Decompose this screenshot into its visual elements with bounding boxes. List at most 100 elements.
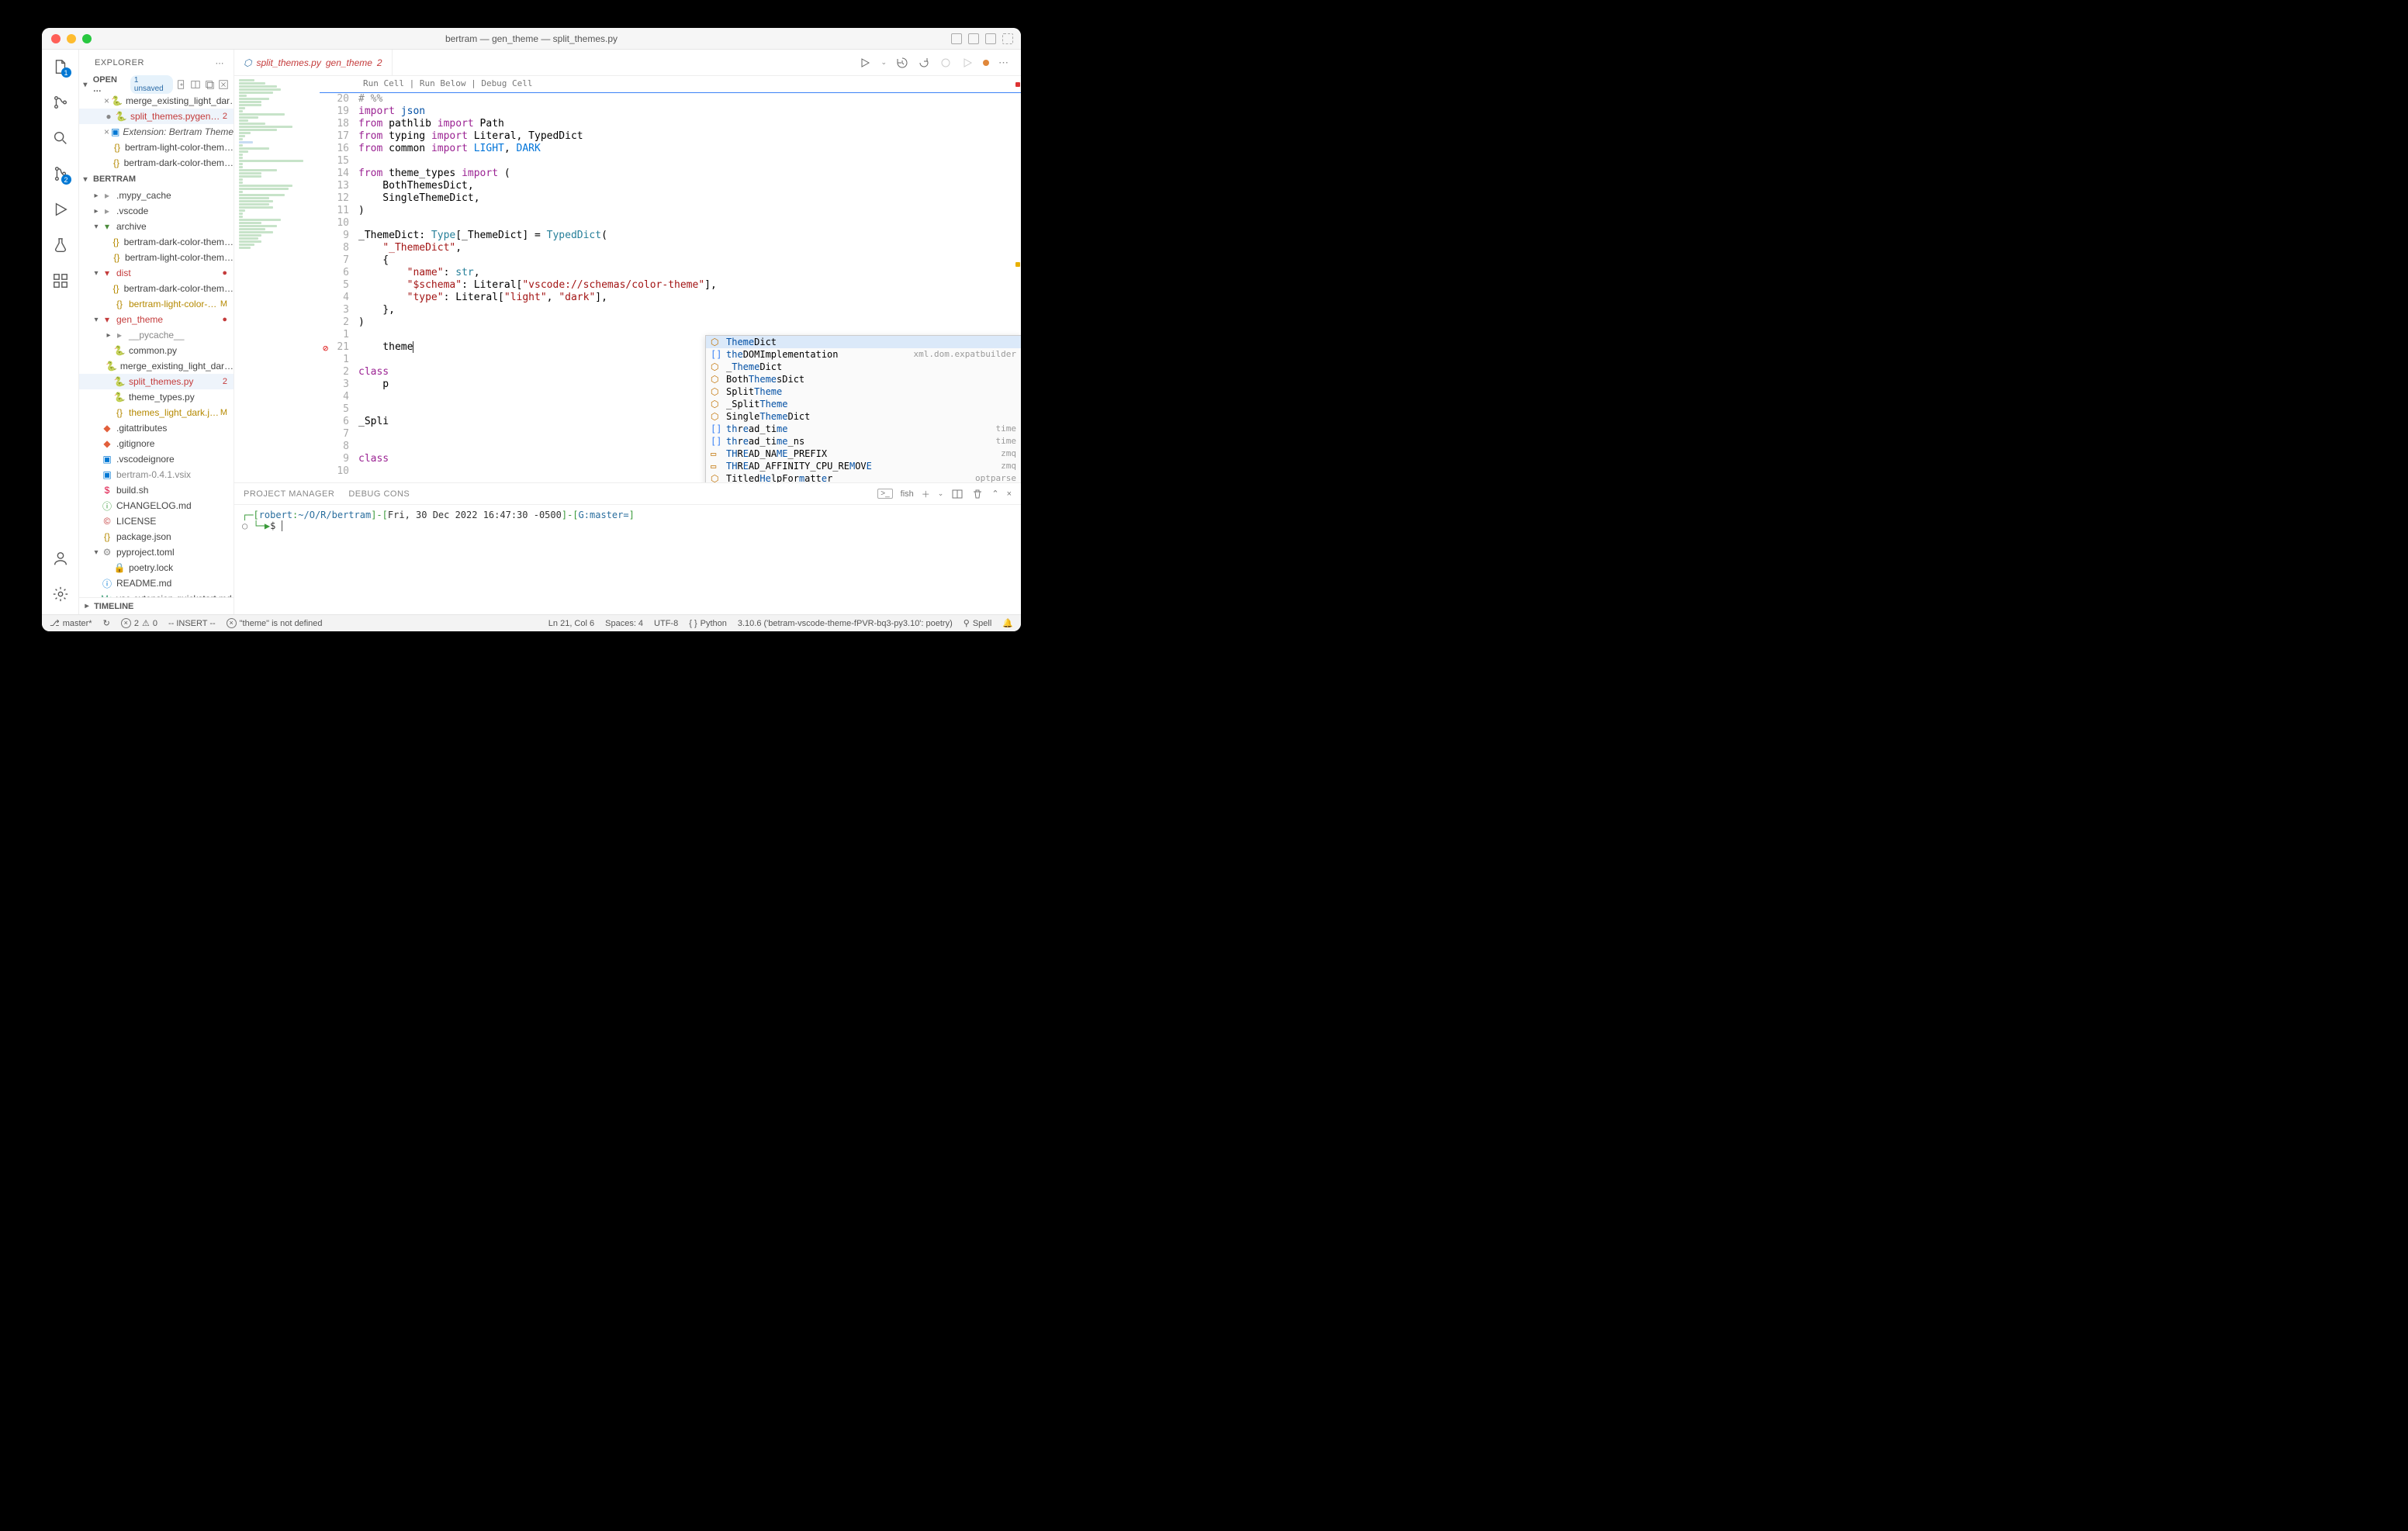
tree-item[interactable]: ⓘREADME.md bbox=[79, 575, 234, 591]
tree-item[interactable]: ▣bertram-0.4.1.vsix bbox=[79, 467, 234, 482]
terminal-profile-icon[interactable]: >_ bbox=[877, 489, 892, 499]
tree-item[interactable]: 🐍split_themes.py2 bbox=[79, 374, 234, 389]
tree-item[interactable]: 🐍merge_existing_light_dar… bbox=[79, 358, 234, 374]
minimap[interactable] bbox=[234, 76, 320, 482]
layout-panel-icon[interactable] bbox=[968, 33, 979, 44]
tree-item[interactable]: ▾⚙pyproject.toml bbox=[79, 544, 234, 560]
suggest-item[interactable]: ▭THREAD_AFFINITY_CPU_REMOVEzmq bbox=[706, 460, 1021, 472]
status-interpreter[interactable]: 3.10.6 ('betram-vscode-theme-fPVR-bq3-py… bbox=[738, 619, 953, 628]
status-spell[interactable]: ⚲Spell bbox=[964, 618, 992, 628]
code-editor[interactable]: Run Cell | Run Below | Debug Cell 20# %%… bbox=[320, 76, 1021, 482]
new-terminal-icon[interactable]: ＋ bbox=[922, 488, 930, 500]
tab-more-icon[interactable]: ⋯ bbox=[998, 57, 1009, 69]
status-sync[interactable]: ↻ bbox=[103, 618, 110, 628]
tree-item[interactable]: 🔒poetry.lock bbox=[79, 560, 234, 575]
status-cursor[interactable]: Ln 21, Col 6 bbox=[548, 619, 594, 628]
run-dropdown-icon[interactable]: ⌄ bbox=[881, 58, 887, 67]
tree-item[interactable]: ▾▾gen_theme● bbox=[79, 312, 234, 327]
tree-item[interactable]: ◆.gitattributes bbox=[79, 420, 234, 436]
cell-lens[interactable]: Run Cell | Run Below | Debug Cell bbox=[320, 76, 1021, 92]
panel-tab-project-manager[interactable]: PROJECT MANAGER bbox=[244, 489, 334, 499]
close-panel-icon[interactable]: × bbox=[1007, 489, 1012, 499]
close-all-icon[interactable] bbox=[218, 79, 229, 90]
kill-terminal-icon[interactable] bbox=[971, 488, 984, 500]
run-debug-icon[interactable] bbox=[51, 200, 70, 219]
extensions-icon[interactable] bbox=[51, 271, 70, 290]
explorer-more-icon[interactable]: ⋯ bbox=[216, 58, 225, 68]
toggle-layout-icon[interactable] bbox=[190, 79, 201, 90]
suggest-item[interactable]: ⬡_ThemeDict bbox=[706, 361, 1021, 373]
suggest-item[interactable]: []thread_time_nstime bbox=[706, 435, 1021, 448]
tree-item[interactable]: ⓘCHANGELOG.md bbox=[79, 498, 234, 513]
explorer-header: EXPLORER ⋯ bbox=[79, 50, 234, 76]
save-all-icon[interactable] bbox=[204, 79, 215, 90]
settings-gear-icon[interactable] bbox=[51, 585, 70, 603]
suggest-item[interactable]: ⬡ThemeDict bbox=[706, 336, 1021, 348]
tree-item[interactable]: ▾▾archive bbox=[79, 219, 234, 234]
timeline-header[interactable]: ▸ TIMELINE bbox=[79, 597, 234, 614]
restart-icon[interactable] bbox=[918, 57, 930, 69]
tree-item[interactable]: M↓vsc-extension-quickstart.md bbox=[79, 591, 234, 597]
status-language[interactable]: { }Python bbox=[689, 619, 727, 628]
search-icon[interactable] bbox=[51, 129, 70, 147]
tree-item[interactable]: ▾▾dist● bbox=[79, 265, 234, 281]
suggest-widget[interactable]: ⬡ThemeDict[]theDOMImplementationxml.dom.… bbox=[705, 335, 1021, 482]
suggest-item[interactable]: ⬡SingleThemeDict bbox=[706, 410, 1021, 423]
project-header[interactable]: ▾ BERTRAM bbox=[79, 171, 234, 188]
new-file-icon[interactable] bbox=[176, 79, 187, 90]
accounts-icon[interactable] bbox=[51, 549, 70, 568]
tree-item[interactable]: {}package.json bbox=[79, 529, 234, 544]
layout-sidebar-left-icon[interactable] bbox=[951, 33, 962, 44]
suggest-item[interactable]: []thread_timetime bbox=[706, 423, 1021, 435]
tree-item[interactable]: ▣.vscodeignore bbox=[79, 451, 234, 467]
run-icon[interactable] bbox=[859, 57, 871, 69]
tree-item[interactable]: {}bertram-dark-color-them… bbox=[79, 281, 234, 296]
tree-item[interactable]: ◆.gitignore bbox=[79, 436, 234, 451]
editor-tab[interactable]: ⬡ split_themes.py gen_theme 2 bbox=[234, 50, 393, 75]
vcs-graph-icon[interactable] bbox=[51, 93, 70, 112]
suggest-item[interactable]: ⬡_SplitTheme bbox=[706, 398, 1021, 410]
tree-item[interactable]: 🐍theme_types.py bbox=[79, 389, 234, 405]
status-encoding[interactable]: UTF-8 bbox=[654, 619, 678, 628]
terminal-profile-label[interactable]: fish bbox=[901, 489, 914, 499]
source-control-icon[interactable]: 2 bbox=[51, 164, 70, 183]
open-editors-header[interactable]: ▾ OPEN … 1 unsaved bbox=[79, 76, 234, 93]
tree-item[interactable]: {}bertram-dark-color-them… bbox=[79, 234, 234, 250]
tree-item[interactable]: $build.sh bbox=[79, 482, 234, 498]
testing-icon[interactable] bbox=[51, 236, 70, 254]
tree-item[interactable]: ▸▸.vscode bbox=[79, 203, 234, 219]
open-editor-item[interactable]: ●🐍split_themes.py gen…2 bbox=[79, 109, 234, 124]
suggest-item[interactable]: []theDOMImplementationxml.dom.expatbuild… bbox=[706, 348, 1021, 361]
status-notifications-icon[interactable]: 🔔 bbox=[1002, 618, 1013, 628]
split-terminal-icon[interactable] bbox=[951, 488, 964, 500]
status-diagnostic[interactable]: ×"theme" is not defined bbox=[227, 618, 323, 628]
open-editor-item[interactable]: {}bertram-dark-color-them… bbox=[79, 155, 234, 171]
maximize-panel-icon[interactable]: ⌃ bbox=[991, 489, 998, 499]
open-editor-item[interactable]: ×▣Extension: Bertram Theme bbox=[79, 124, 234, 140]
step-icon[interactable] bbox=[939, 57, 952, 69]
layout-customize-icon[interactable] bbox=[1002, 33, 1013, 44]
suggest-item[interactable]: ⬡BothThemesDict bbox=[706, 373, 1021, 385]
continue-icon[interactable] bbox=[961, 57, 974, 69]
tree-item[interactable]: 🐍common.py bbox=[79, 343, 234, 358]
terminal[interactable]: ┌─[robert:~/O/R/bertram]-[Fri, 30 Dec 20… bbox=[234, 505, 1021, 614]
panel-tab-debug-console[interactable]: DEBUG CONS bbox=[348, 489, 410, 499]
layout-sidebar-right-icon[interactable] bbox=[985, 33, 996, 44]
tree-item[interactable]: ©LICENSE bbox=[79, 513, 234, 529]
suggest-item[interactable]: ⬡SplitTheme bbox=[706, 385, 1021, 398]
history-icon[interactable] bbox=[896, 57, 908, 69]
tree-item[interactable]: ▸▸.mypy_cache bbox=[79, 188, 234, 203]
explorer-icon[interactable]: 1 bbox=[51, 57, 70, 76]
suggest-item[interactable]: ▭THREAD_NAME_PREFIXzmq bbox=[706, 448, 1021, 460]
status-problems[interactable]: ×2 ⚠0 bbox=[121, 618, 157, 628]
tree-item[interactable]: ▸▸__pycache__ bbox=[79, 327, 234, 343]
open-editor-item[interactable]: {}bertram-light-color-them… bbox=[79, 140, 234, 155]
tree-item[interactable]: {}bertram-light-color-them… bbox=[79, 250, 234, 265]
terminal-dropdown-icon[interactable]: ⌄ bbox=[938, 489, 944, 498]
suggest-item[interactable]: ⬡TitledHelpFormatteroptparse bbox=[706, 472, 1021, 482]
open-editor-item[interactable]: ×🐍merge_existing_light_dar… bbox=[79, 93, 234, 109]
status-branch[interactable]: ⎇master* bbox=[50, 618, 92, 628]
status-indent[interactable]: Spaces: 4 bbox=[605, 619, 643, 628]
tree-item[interactable]: {}bertram-light-color-…M bbox=[79, 296, 234, 312]
tree-item[interactable]: {}themes_light_dark.j…M bbox=[79, 405, 234, 420]
